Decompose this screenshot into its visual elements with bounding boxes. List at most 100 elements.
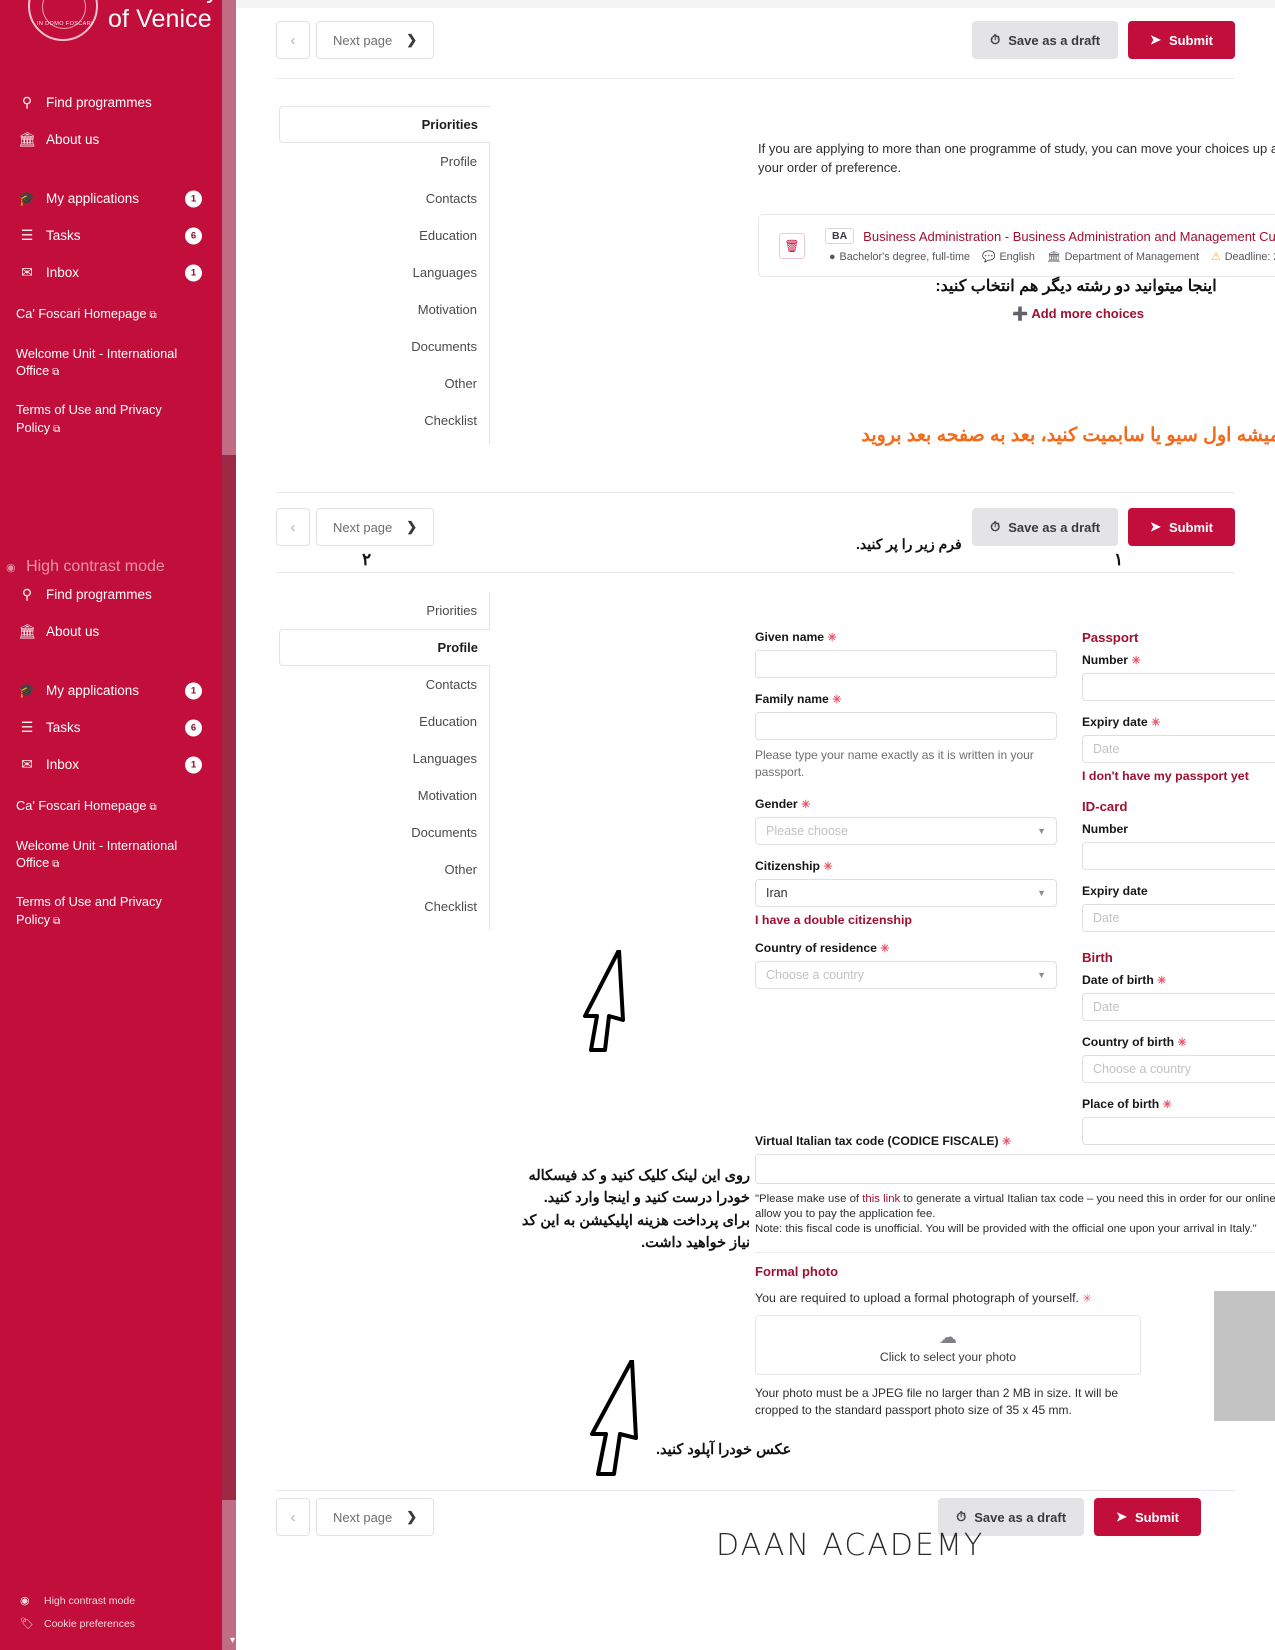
scrollbar-thumb[interactable] [222,455,236,1500]
gender-select[interactable]: Please choose ▼ [755,816,1057,845]
tab-label: Priorities [421,117,478,132]
save-as-draft-button[interactable]: ⏱ Save as a draft [972,21,1119,59]
tab-motivation-2[interactable]: Motivation [280,777,489,814]
save-as-draft-button-2[interactable]: ⏱ Save as a draft [972,508,1119,546]
link-terms-privacy[interactable]: Terms of Use and Privacy Policy ⧉ [16,401,204,436]
tab-checklist[interactable]: Checklist [280,402,489,439]
tab-label: Other [444,862,477,877]
add-more-choices-button[interactable]: ➕ Add more choices [758,306,1275,322]
clock-icon: ⏱ [990,519,1001,534]
country-birth-placeholder: Choose a country [1093,1062,1191,1076]
external-link-icon: ⧉ [53,915,61,927]
university-crest-icon: IN DOMO FOSCARI [28,0,98,41]
previous-page-button-2[interactable]: ‹ [276,508,310,546]
link-welcome-unit-2[interactable]: Welcome Unit - International Office ⧉ [16,837,204,872]
tab-documents[interactable]: Documents [280,328,489,365]
badge-my-applications: 1 [185,682,202,699]
given-name-label: Given name ✳ [755,630,1057,644]
tab-documents-2[interactable]: Documents [280,814,489,851]
trash-icon: 🗑 [784,238,800,253]
sidebar-item-about-us-2[interactable]: 🏛 About us [0,613,222,650]
sidebar-item-inbox[interactable]: ✉ Inbox 1 [0,254,222,291]
sidebar-item-tasks-2[interactable]: ☰ Tasks 6 [0,709,222,746]
tax-code-block: Virtual Italian tax code (CODICE FISCALE… [755,1134,1275,1237]
tab-profile-2[interactable]: Profile [279,629,491,666]
sidebar-item-inbox-2[interactable]: ✉ Inbox 1 [0,746,222,783]
previous-page-button-3[interactable]: ‹ [276,1498,310,1536]
university-logo[interactable]: IN DOMO FOSCARI Universityof Venice [0,0,222,41]
no-passport-link[interactable]: I don't have my passport yet [1082,769,1275,783]
next-page-button[interactable]: Next page ❯ [316,21,435,59]
dob-input[interactable]: Date [1082,993,1275,1021]
tab-other-2[interactable]: Other [280,851,489,888]
tax-note-pre: "Please make use of [755,1193,863,1205]
crest-motto: IN DOMO FOSCARI [36,21,94,27]
previous-page-button[interactable]: ‹ [276,21,310,59]
submit-button-3[interactable]: ➤ Submit [1094,1498,1201,1536]
tab-languages-2[interactable]: Languages [280,740,489,777]
chevron-down-icon[interactable]: ▾ [230,1635,235,1646]
passport-number-label: Number ✳ [1082,653,1275,667]
profile-right-column: Passport Number ✳ (yyyy-mm-dd) Expiry da… [1082,630,1275,1159]
tab-motivation[interactable]: Motivation [280,291,489,328]
link-ca-foscari-homepage-2[interactable]: Ca' Foscari Homepage ⧉ [16,797,204,815]
sidebar-item-tasks[interactable]: ☰ Tasks 6 [0,217,222,254]
label-text: Number [1082,653,1129,667]
sidebar-item-find-programmes[interactable]: ⚲ Find programmes [0,84,222,121]
sidebar-item-about-us[interactable]: 🏛 About us [0,121,222,158]
tab-checklist-2[interactable]: Checklist [280,888,489,925]
tab-other[interactable]: Other [280,365,489,402]
choice-body: BA Business Administration - Business Ad… [825,228,1275,263]
country-birth-label: Country of birth ✳ [1082,1035,1275,1049]
next-page-button-2[interactable]: Next page ❯ [316,508,435,546]
tab-priorities[interactable]: Priorities [279,106,491,143]
tab-contacts-2[interactable]: Contacts [280,666,489,703]
save-draft-label: Save as a draft [1008,519,1101,535]
sidebar-item-high-contrast-ghost[interactable]: ◉ High contrast mode [0,558,222,576]
family-name-input[interactable] [755,712,1057,740]
dob-label: (yyyy-mm-dd) Date of birth ✳ [1082,973,1275,987]
programme-choice-card[interactable]: 🗑 BA Business Administration - Business … [758,214,1275,277]
submit-button[interactable]: ➤ Submit [1128,21,1235,59]
tab-contacts[interactable]: Contacts [280,180,489,217]
label-text: Place of birth [1082,1097,1160,1111]
passport-expiry-input[interactable]: Date [1082,735,1275,763]
tax-code-input[interactable] [755,1154,1275,1184]
contrast-icon: ◉ [20,1595,30,1607]
country-residence-select[interactable]: Choose a country ▼ [755,960,1057,989]
external-link-icon: ⧉ [52,366,60,378]
sidebar-item-find-programmes-2[interactable]: ⚲ Find programmes [0,576,222,613]
citizenship-select[interactable]: Iran ▼ [755,878,1057,907]
submit-button-2[interactable]: ➤ Submit [1128,508,1235,546]
link-label: Terms of Use and Privacy Policy [16,894,162,927]
tab-profile[interactable]: Profile [280,143,489,180]
tab-languages[interactable]: Languages [280,254,489,291]
sidebar-item-cookie-preferences[interactable]: 🏷 Cookie preferences [20,1617,222,1631]
tab-priorities-2[interactable]: Priorities [280,592,489,629]
tax-this-link[interactable]: this link [862,1193,900,1205]
annotation-add-choices: اینجا میتوانید دو رشته دیگر هم انتخاب کن… [935,278,1217,295]
sidebar-item-high-contrast[interactable]: ◉ High contrast mode [20,1594,222,1608]
programme-title-link[interactable]: Business Administration - Business Admin… [863,229,1275,244]
delete-choice-button[interactable]: 🗑 [779,232,805,259]
country-birth-select[interactable]: Choose a country ▼ [1082,1055,1275,1083]
sidebar-scrollbar[interactable]: ▾ [222,0,236,1650]
idcard-number-input[interactable] [1082,842,1275,870]
double-citizenship-link[interactable]: I have a double citizenship [755,913,1057,927]
link-welcome-unit[interactable]: Welcome Unit - International Office ⧉ [16,345,204,380]
idcard-expiry-input[interactable]: Date [1082,904,1275,932]
passport-number-input[interactable] [1082,673,1275,701]
link-ca-foscari-homepage[interactable]: Ca' Foscari Homepage ⧉ [16,305,204,323]
tab-education[interactable]: Education [280,217,489,254]
meta-language-label: English [999,250,1035,263]
badge-tasks: 6 [185,227,202,244]
link-terms-privacy-2[interactable]: Terms of Use and Privacy Policy ⧉ [16,893,204,928]
required-asterisk: ✳ [832,694,842,706]
photo-dropzone[interactable]: ☁ Click to select your photo [755,1315,1141,1375]
given-name-input[interactable] [755,650,1057,678]
tab-education-2[interactable]: Education [280,703,489,740]
sidebar-item-my-applications-2[interactable]: 🎓 My applications 1 [0,672,222,709]
next-page-button-3[interactable]: Next page ❯ [316,1498,435,1536]
sidebar-item-my-applications[interactable]: 🎓 My applications 1 [0,180,222,217]
